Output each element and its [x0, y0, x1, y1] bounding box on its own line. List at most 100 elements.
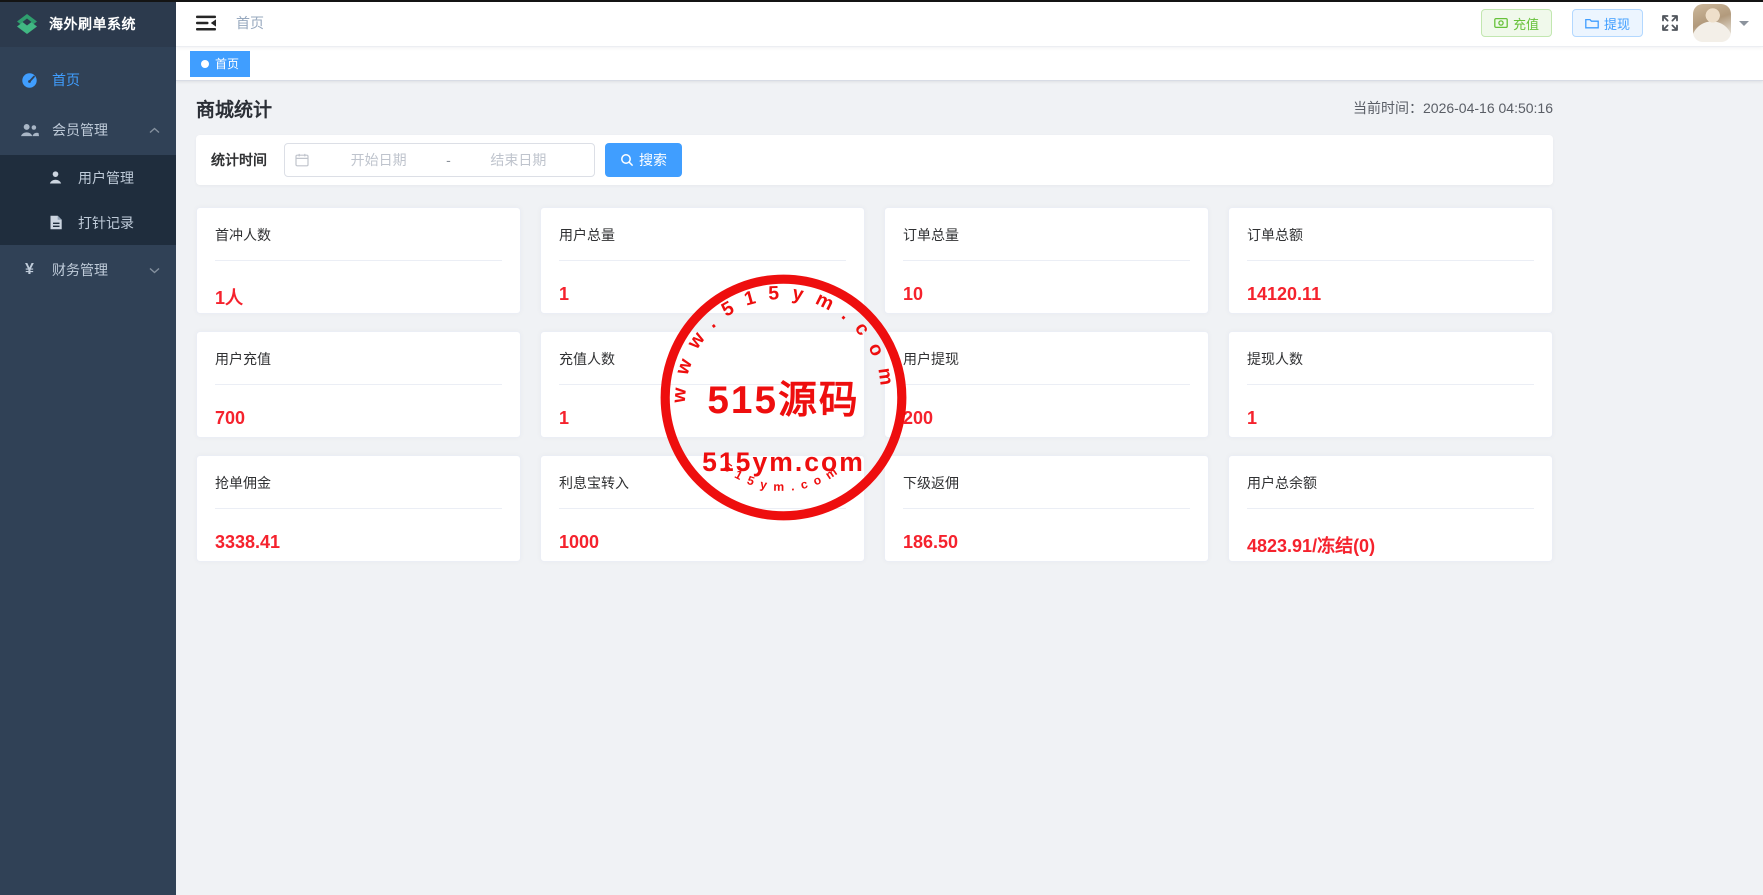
user-menu[interactable]	[1693, 4, 1749, 42]
search-button[interactable]: 搜索	[605, 143, 682, 177]
stat-title: 提现人数	[1247, 349, 1534, 369]
sidebar-submenu-members: 用户管理 打针记录	[0, 155, 176, 245]
money-icon	[1494, 17, 1508, 29]
filter-panel: 统计时间 -	[196, 135, 1553, 185]
sidebar: 海外刷单系统 首页	[0, 0, 176, 895]
window-top-edge	[0, 0, 1763, 2]
stat-title: 下级返佣	[903, 473, 1190, 493]
tabs-bar: 首页	[176, 47, 1763, 81]
stat-card-withdraw-users: 提现人数 1	[1228, 331, 1553, 438]
hamburger-icon[interactable]	[190, 10, 222, 36]
divider	[1247, 260, 1534, 261]
stat-card-sub-rebate: 下级返佣 186.50	[884, 455, 1209, 562]
stat-value: 3338.41	[215, 532, 502, 553]
users-icon	[20, 122, 39, 138]
current-time-value: 2026-04-16 04:50:16	[1423, 100, 1553, 116]
stat-card-total-orders: 订单总量 10	[884, 207, 1209, 314]
withdraw-label: 提现	[1604, 14, 1630, 33]
current-time-label: 当前时间：	[1353, 100, 1423, 116]
sidebar-item-members[interactable]: 会员管理	[0, 105, 176, 155]
stat-title: 首冲人数	[215, 225, 502, 245]
divider	[903, 384, 1190, 385]
calendar-icon	[295, 153, 309, 167]
stat-card-total-users: 用户总量 1	[540, 207, 865, 314]
chevron-down-icon	[149, 267, 160, 274]
wallet-icon	[1585, 17, 1599, 29]
stat-title: 用户充值	[215, 349, 502, 369]
stat-value: 14120.11	[1247, 284, 1534, 305]
stat-title: 用户提现	[903, 349, 1190, 369]
sidebar-item-label: 首页	[52, 70, 80, 90]
divider	[903, 260, 1190, 261]
withdraw-button[interactable]: 提现	[1572, 9, 1643, 37]
sidebar-item-injection-records[interactable]: 打针记录	[0, 200, 176, 245]
stat-value: 1	[1247, 408, 1534, 429]
date-range-picker[interactable]: -	[284, 143, 595, 177]
stat-card-interest-transfer: 利息宝转入 1000	[540, 455, 865, 562]
stat-value: 700	[215, 408, 502, 429]
stat-value: 1	[559, 408, 846, 429]
stat-value: 1人	[215, 284, 502, 310]
stat-value: 186.50	[903, 532, 1190, 553]
breadcrumb[interactable]: 首页	[236, 13, 264, 33]
stat-value: 1000	[559, 532, 846, 553]
logo-icon	[14, 11, 40, 37]
app-logo[interactable]: 海外刷单系统	[0, 0, 176, 47]
stat-card-user-withdraw: 用户提现 200	[884, 331, 1209, 438]
start-date-input[interactable]	[313, 152, 444, 168]
current-time: 当前时间：2026-04-16 04:50:16	[1353, 98, 1553, 118]
stat-value: 4823.91/冻结(0)	[1247, 532, 1534, 558]
stat-title: 订单总额	[1247, 225, 1534, 245]
stats-grid: 首冲人数 1人 用户总量 1 订单总量 10	[196, 207, 1553, 562]
divider	[215, 384, 502, 385]
sidebar-item-label: 打针记录	[78, 213, 134, 233]
avatar	[1693, 4, 1731, 42]
app-root: 海外刷单系统 首页	[0, 0, 1763, 895]
stat-value: 10	[903, 284, 1190, 305]
sidebar-item-label: 会员管理	[52, 120, 108, 140]
stat-card-order-commission: 抢单佣金 3338.41	[196, 455, 521, 562]
divider	[1247, 384, 1534, 385]
page-header: 商城统计 当前时间：2026-04-16 04:50:16	[196, 81, 1553, 135]
search-icon	[620, 153, 634, 167]
stat-title: 抢单佣金	[215, 473, 502, 493]
stat-card-recharge-users: 充值人数 1	[540, 331, 865, 438]
document-icon	[46, 215, 65, 230]
user-icon	[46, 170, 65, 185]
recharge-label: 充值	[1513, 14, 1539, 33]
sidebar-item-label: 财务管理	[52, 260, 108, 280]
stat-card-first-recharge-users: 首冲人数 1人	[196, 207, 521, 314]
main-area: 首页 充值	[176, 0, 1763, 895]
dashboard-icon	[20, 72, 39, 89]
divider	[215, 260, 502, 261]
navbar: 首页 充值	[176, 0, 1763, 47]
divider	[559, 508, 846, 509]
chevron-up-icon	[149, 127, 160, 134]
divider	[215, 508, 502, 509]
page-body: 商城统计 当前时间：2026-04-16 04:50:16 统计时间	[176, 81, 1763, 895]
tab-label: 首页	[215, 55, 239, 72]
stat-value: 1	[559, 284, 846, 305]
end-date-input[interactable]	[453, 152, 584, 168]
stat-title: 用户总余额	[1247, 473, 1534, 493]
fullscreen-icon[interactable]	[1659, 12, 1681, 34]
stat-title: 利息宝转入	[559, 473, 846, 493]
sidebar-item-home[interactable]: 首页	[0, 55, 176, 105]
sidebar-item-user-management[interactable]: 用户管理	[0, 155, 176, 200]
stat-card-user-recharge: 用户充值 700	[196, 331, 521, 438]
page-content: 商城统计 当前时间：2026-04-16 04:50:16 统计时间	[196, 81, 1553, 562]
sidebar-menu: 首页 会员管理	[0, 47, 176, 295]
search-label: 搜索	[639, 150, 667, 170]
tab-home[interactable]: 首页	[190, 51, 250, 77]
divider	[559, 260, 846, 261]
sidebar-item-finance[interactable]: ¥ 财务管理	[0, 245, 176, 295]
filter-label: 统计时间	[211, 150, 267, 170]
stat-card-order-amount: 订单总额 14120.11	[1228, 207, 1553, 314]
date-range-separator: -	[444, 152, 453, 168]
app-title: 海外刷单系统	[49, 14, 136, 34]
stat-title: 订单总量	[903, 225, 1190, 245]
stat-value: 200	[903, 408, 1190, 429]
recharge-button[interactable]: 充值	[1481, 9, 1552, 37]
divider	[1247, 508, 1534, 509]
navbar-right: 充值 提现	[1481, 4, 1749, 42]
